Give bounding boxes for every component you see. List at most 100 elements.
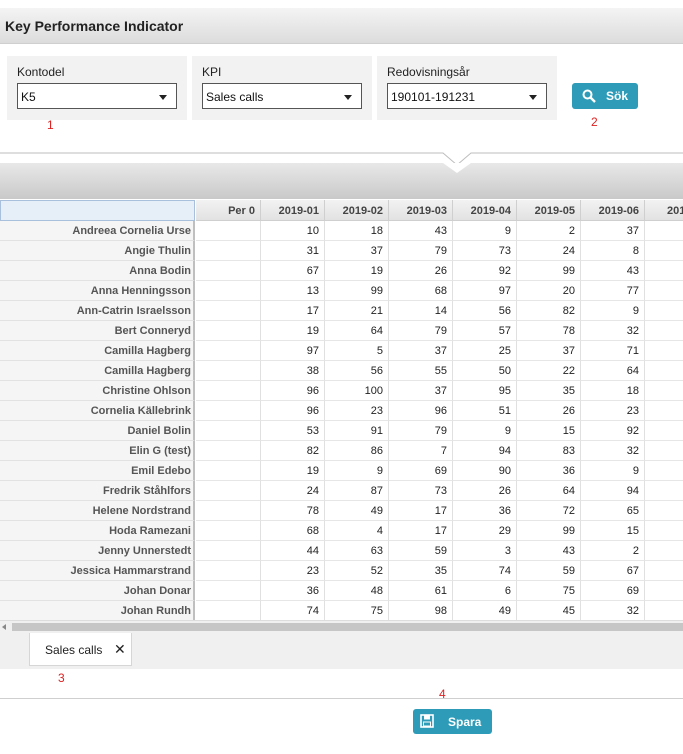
value-cell[interactable]: 95 <box>453 381 517 401</box>
value-cell[interactable]: 35 <box>389 561 453 581</box>
value-cell[interactable]: 82 <box>261 441 325 461</box>
column-header[interactable]: 2019-03 <box>389 200 453 221</box>
value-cell[interactable] <box>196 221 261 241</box>
value-cell[interactable]: 79 <box>389 421 453 441</box>
value-cell[interactable]: 83 <box>517 441 581 461</box>
value-cell[interactable]: 64 <box>581 361 645 381</box>
value-cell[interactable]: 22 <box>517 361 581 381</box>
table-row[interactable]: Johan Rundh 74 75 98 49 45 32 <box>0 601 683 620</box>
value-cell[interactable]: 19 <box>261 321 325 341</box>
value-cell[interactable]: 23 <box>325 401 389 421</box>
table-row[interactable]: Emil Edebo 19 9 69 90 36 9 <box>0 461 683 481</box>
value-cell[interactable] <box>645 301 683 321</box>
value-cell[interactable]: 5 <box>325 341 389 361</box>
table-row[interactable]: Jessica Hammarstrand 23 52 35 74 59 67 <box>0 561 683 581</box>
table-row[interactable]: Elin G (test) 82 86 7 94 83 32 <box>0 441 683 461</box>
value-cell[interactable] <box>196 401 261 421</box>
value-cell[interactable]: 31 <box>261 241 325 261</box>
value-cell[interactable]: 71 <box>581 341 645 361</box>
value-cell[interactable]: 35 <box>517 381 581 401</box>
value-cell[interactable]: 9 <box>325 461 389 481</box>
value-cell[interactable]: 64 <box>325 321 389 341</box>
value-cell[interactable]: 29 <box>453 521 517 541</box>
value-cell[interactable]: 68 <box>261 521 325 541</box>
table-row[interactable]: Anna Bodin 67 19 26 92 99 43 <box>0 261 683 281</box>
value-cell[interactable] <box>645 281 683 301</box>
value-cell[interactable]: 99 <box>325 281 389 301</box>
value-cell[interactable]: 37 <box>389 341 453 361</box>
scroll-left-icon[interactable] <box>2 624 6 630</box>
table-row[interactable]: Daniel Bolin 53 91 79 9 15 92 <box>0 421 683 441</box>
table-row[interactable]: Cornelia Källebrink 96 23 96 51 26 23 <box>0 401 683 421</box>
value-cell[interactable]: 65 <box>581 501 645 521</box>
value-cell[interactable] <box>196 481 261 501</box>
horizontal-scrollbar[interactable] <box>0 620 683 633</box>
value-cell[interactable]: 36 <box>517 461 581 481</box>
value-cell[interactable] <box>196 461 261 481</box>
value-cell[interactable]: 26 <box>389 261 453 281</box>
close-icon[interactable]: ✕ <box>114 641 126 658</box>
table-row[interactable]: Andreea Cornelia Urse 10 18 43 9 2 37 <box>0 221 683 241</box>
value-cell[interactable]: 99 <box>517 261 581 281</box>
value-cell[interactable]: 6 <box>453 581 517 601</box>
table-row[interactable]: Ann-Catrin Israelsson 17 21 14 56 82 9 <box>0 301 683 321</box>
value-cell[interactable]: 49 <box>453 601 517 620</box>
value-cell[interactable]: 19 <box>325 261 389 281</box>
value-cell[interactable]: 49 <box>325 501 389 521</box>
value-cell[interactable]: 59 <box>389 541 453 561</box>
value-cell[interactable]: 96 <box>261 381 325 401</box>
value-cell[interactable]: 51 <box>453 401 517 421</box>
table-row[interactable]: Camilla Hagberg 38 56 55 50 22 64 <box>0 361 683 381</box>
value-cell[interactable]: 48 <box>325 581 389 601</box>
value-cell[interactable]: 21 <box>325 301 389 321</box>
value-cell[interactable]: 19 <box>261 461 325 481</box>
value-cell[interactable] <box>196 421 261 441</box>
value-cell[interactable]: 68 <box>389 281 453 301</box>
value-cell[interactable]: 20 <box>517 281 581 301</box>
value-cell[interactable]: 18 <box>581 381 645 401</box>
value-cell[interactable]: 17 <box>389 501 453 521</box>
value-cell[interactable] <box>645 421 683 441</box>
value-cell[interactable]: 9 <box>581 301 645 321</box>
value-cell[interactable]: 94 <box>581 481 645 501</box>
value-cell[interactable] <box>645 341 683 361</box>
value-cell[interactable]: 97 <box>261 341 325 361</box>
value-cell[interactable]: 15 <box>581 521 645 541</box>
value-cell[interactable]: 44 <box>261 541 325 561</box>
value-cell[interactable]: 69 <box>389 461 453 481</box>
value-cell[interactable] <box>645 561 683 581</box>
value-cell[interactable]: 61 <box>389 581 453 601</box>
value-cell[interactable] <box>196 321 261 341</box>
value-cell[interactable]: 25 <box>453 341 517 361</box>
value-cell[interactable] <box>196 561 261 581</box>
value-cell[interactable]: 24 <box>517 241 581 261</box>
value-cell[interactable] <box>645 521 683 541</box>
value-cell[interactable]: 92 <box>453 261 517 281</box>
value-cell[interactable]: 7 <box>389 441 453 461</box>
value-cell[interactable] <box>196 521 261 541</box>
value-cell[interactable]: 36 <box>261 581 325 601</box>
column-header[interactable]: 2019-05 <box>517 200 581 221</box>
value-cell[interactable]: 56 <box>453 301 517 321</box>
value-cell[interactable]: 43 <box>389 221 453 241</box>
value-cell[interactable]: 90 <box>453 461 517 481</box>
value-cell[interactable]: 64 <box>517 481 581 501</box>
value-cell[interactable]: 69 <box>581 581 645 601</box>
value-cell[interactable]: 96 <box>261 401 325 421</box>
value-cell[interactable]: 32 <box>581 441 645 461</box>
value-cell[interactable] <box>645 501 683 521</box>
table-row[interactable]: Hoda Ramezani 68 4 17 29 99 15 <box>0 521 683 541</box>
value-cell[interactable]: 75 <box>325 601 389 620</box>
value-cell[interactable]: 73 <box>453 241 517 261</box>
value-cell[interactable]: 77 <box>581 281 645 301</box>
value-cell[interactable] <box>645 461 683 481</box>
value-cell[interactable] <box>645 541 683 561</box>
value-cell[interactable]: 86 <box>325 441 389 461</box>
value-cell[interactable]: 98 <box>389 601 453 620</box>
value-cell[interactable]: 43 <box>581 261 645 281</box>
tab-sales-calls[interactable]: Sales calls ✕ <box>29 633 132 666</box>
column-header[interactable]: 2019-01 <box>261 200 325 221</box>
value-cell[interactable]: 97 <box>453 281 517 301</box>
value-cell[interactable]: 24 <box>261 481 325 501</box>
value-cell[interactable] <box>645 441 683 461</box>
